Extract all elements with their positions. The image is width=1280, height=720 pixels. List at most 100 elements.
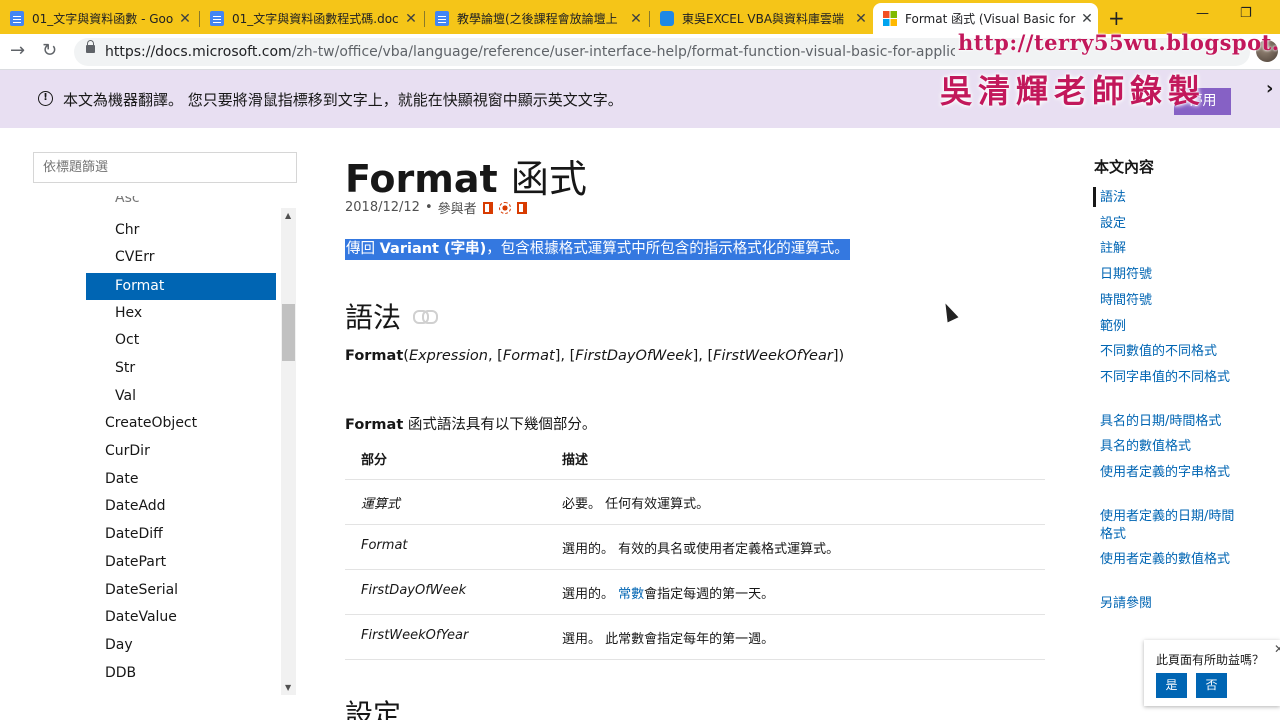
in-article-link[interactable]: 時間符號 xyxy=(1100,292,1238,310)
tab-title: Format 函式 (Visual Basic for xyxy=(905,12,1076,26)
contributor-icon[interactable] xyxy=(498,201,511,214)
in-article-link[interactable]: 不同數值的不同格式 xyxy=(1100,343,1238,361)
scroll-up-icon[interactable]: ▲ xyxy=(285,211,291,220)
toc-item[interactable]: Str xyxy=(115,355,135,382)
link-icon[interactable] xyxy=(413,310,439,324)
contributors-label[interactable]: 參與者 xyxy=(438,198,477,217)
desc-pre: 選用的。 xyxy=(562,587,619,602)
toc-item[interactable]: Val xyxy=(115,383,136,410)
in-article-link[interactable]: 範例 xyxy=(1100,318,1238,336)
desc-cell: 必要。 任何有效運算式。 xyxy=(562,497,710,512)
page-title: Format 函式 xyxy=(345,148,587,203)
office-icon[interactable] xyxy=(482,201,493,214)
summary-bold: Variant (字串) xyxy=(379,241,487,257)
toc-item[interactable]: Oct xyxy=(115,327,139,354)
desc-post: 會指定每週的第一天。 xyxy=(644,587,775,602)
url-text[interactable]: https://docs.microsoft.com/zh-tw/office/… xyxy=(105,44,955,60)
in-article-link[interactable]: 具名的日期/時間格式 xyxy=(1100,413,1238,431)
close-icon[interactable]: ✕ xyxy=(174,11,196,27)
tab-title: 01_文字與資料函數程式碼.doc xyxy=(232,12,399,26)
new-tab-icon[interactable]: + xyxy=(1108,6,1125,30)
toc-item[interactable]: DateAdd xyxy=(105,493,166,520)
table-row: 運算式 必要。 任何有效運算式。 xyxy=(345,480,1045,525)
google-docs-icon xyxy=(435,11,449,26)
in-article-link[interactable]: 使用者定義的日期/時間格式 xyxy=(1100,508,1238,544)
maximize-icon[interactable]: ❐ xyxy=(1240,6,1252,21)
summary-selected-text: 傳回 Variant (字串)，包含根據格式運算式中所包含的指示格式化的運算式。 xyxy=(345,239,850,260)
microsoft-icon xyxy=(883,11,897,26)
in-article-link[interactable]: 使用者定義的字串格式 xyxy=(1100,464,1238,482)
table-row: Format 選用的。 有效的具名或使用者定義格式運算式。 xyxy=(345,525,1045,570)
tab-4[interactable]: 東吳EXCEL VBA與資料庫雲端 ✕ xyxy=(650,3,872,34)
in-article-link[interactable]: 使用者定義的數值格式 xyxy=(1100,551,1238,569)
toc-item[interactable]: DateValue xyxy=(105,604,177,631)
watermark-name: 吳清輝老師錄製 xyxy=(940,72,1207,110)
reload-icon[interactable]: ↻ xyxy=(42,40,57,61)
tab-strip: 01_文字與資料函數 - Google 試 ✕ 01_文字與資料函數程式碼.do… xyxy=(0,0,1280,34)
toc-item[interactable]: CurDir xyxy=(105,438,150,465)
part-cell: Format xyxy=(361,538,408,553)
in-this-article-title: 本文內容 xyxy=(1094,158,1155,176)
toc-item[interactable]: CreateObject xyxy=(105,410,197,437)
table-row: FirstDayOfWeek 選用的。 常數會指定每週的第一天。 xyxy=(345,570,1045,615)
toc-active-indicator xyxy=(1093,187,1096,207)
scroll-down-icon[interactable]: ▼ xyxy=(285,683,291,692)
desc-cell: 選用。 此常數會指定每年的第一週。 xyxy=(562,632,775,647)
left-toc: Asc Chr CVErr Format Hex Oct Str Val Cre… xyxy=(86,196,276,696)
close-icon[interactable]: ✕ xyxy=(1274,642,1280,656)
filter-by-title-input[interactable] xyxy=(33,152,297,183)
tab-3[interactable]: 教學論壇(之後課程會放論壇上 ✕ xyxy=(425,3,647,34)
toc-item[interactable]: Hex xyxy=(115,300,142,327)
google-docs-icon xyxy=(210,11,224,26)
toc-item[interactable]: Asc xyxy=(115,196,140,212)
feedback-yes-button[interactable]: 是 xyxy=(1156,673,1187,698)
banner-text: 本文為機器翻譯。 您只要將滑鼠指標移到文字上，就能在快顯視窗中顯示英文文字。 xyxy=(63,91,623,109)
toc-item[interactable]: DatePart xyxy=(105,549,166,576)
close-icon[interactable]: ✕ xyxy=(850,11,872,27)
toc-item[interactable]: Chr xyxy=(115,217,139,244)
table-header: 描述 xyxy=(562,453,589,468)
toc-item[interactable]: DDB xyxy=(105,660,136,687)
toc-item[interactable]: Day xyxy=(105,632,133,659)
feedback-question: 此頁面有所助益嗎？ xyxy=(1156,653,1265,667)
in-article-link[interactable]: 另請參閱 xyxy=(1100,595,1238,613)
tab-2[interactable]: 01_文字與資料函數程式碼.doc ✕ xyxy=(200,3,422,34)
table-header-row: 部分 描述 xyxy=(345,438,1045,480)
tab-1[interactable]: 01_文字與資料函數 - Google 試 ✕ xyxy=(0,3,196,34)
blogger-icon xyxy=(660,11,674,26)
part-cell: FirstWeekOfYear xyxy=(361,628,469,643)
minimize-icon[interactable]: — xyxy=(1196,6,1209,21)
settings-heading: 設定 xyxy=(345,698,402,720)
mouse-cursor-icon xyxy=(940,300,959,323)
feedback-widget: 此頁面有所助益嗎？ ✕ 是 否 xyxy=(1144,640,1280,706)
toc-item[interactable]: Date xyxy=(105,466,138,493)
in-article-link[interactable]: 日期符號 xyxy=(1100,266,1238,284)
url-path: /zh-tw/office/vba/language/reference/use… xyxy=(291,44,955,60)
toc-item[interactable]: CVErr xyxy=(115,244,154,271)
scrollbar-thumb[interactable] xyxy=(282,304,295,361)
toc-item-selected[interactable]: Format xyxy=(86,273,276,300)
constant-link[interactable]: 常數 xyxy=(618,587,644,602)
toc-item[interactable]: DateDiff xyxy=(105,521,163,548)
feedback-no-button[interactable]: 否 xyxy=(1196,673,1227,698)
summary-pre: 傳回 xyxy=(346,241,380,257)
in-article-link[interactable]: 註解 xyxy=(1100,240,1238,258)
google-docs-icon xyxy=(10,11,24,26)
syntax-punct: , [ xyxy=(487,348,503,364)
syntax-punct: ]) xyxy=(832,348,845,364)
title-latin: Format xyxy=(345,157,498,201)
in-article-link[interactable]: 不同字串值的不同格式 xyxy=(1100,369,1238,387)
office-icon[interactable] xyxy=(516,201,527,214)
close-icon[interactable]: ✕ xyxy=(1076,11,1098,27)
in-article-link[interactable]: 語法 xyxy=(1100,189,1238,207)
toc-scrollbar[interactable]: ▲ ▼ xyxy=(281,208,296,695)
close-icon[interactable]: › xyxy=(1266,78,1273,99)
close-icon[interactable]: ✕ xyxy=(400,11,422,27)
in-article-link[interactable]: 設定 xyxy=(1100,215,1238,233)
close-icon[interactable]: ✕ xyxy=(625,11,647,27)
back-icon[interactable]: → xyxy=(10,40,25,61)
in-article-link[interactable]: 具名的數值格式 xyxy=(1100,438,1238,456)
info-icon: ! xyxy=(38,91,53,106)
toc-item[interactable]: DateSerial xyxy=(105,577,178,604)
tab-title: 東吳EXCEL VBA與資料庫雲端 xyxy=(682,12,845,26)
